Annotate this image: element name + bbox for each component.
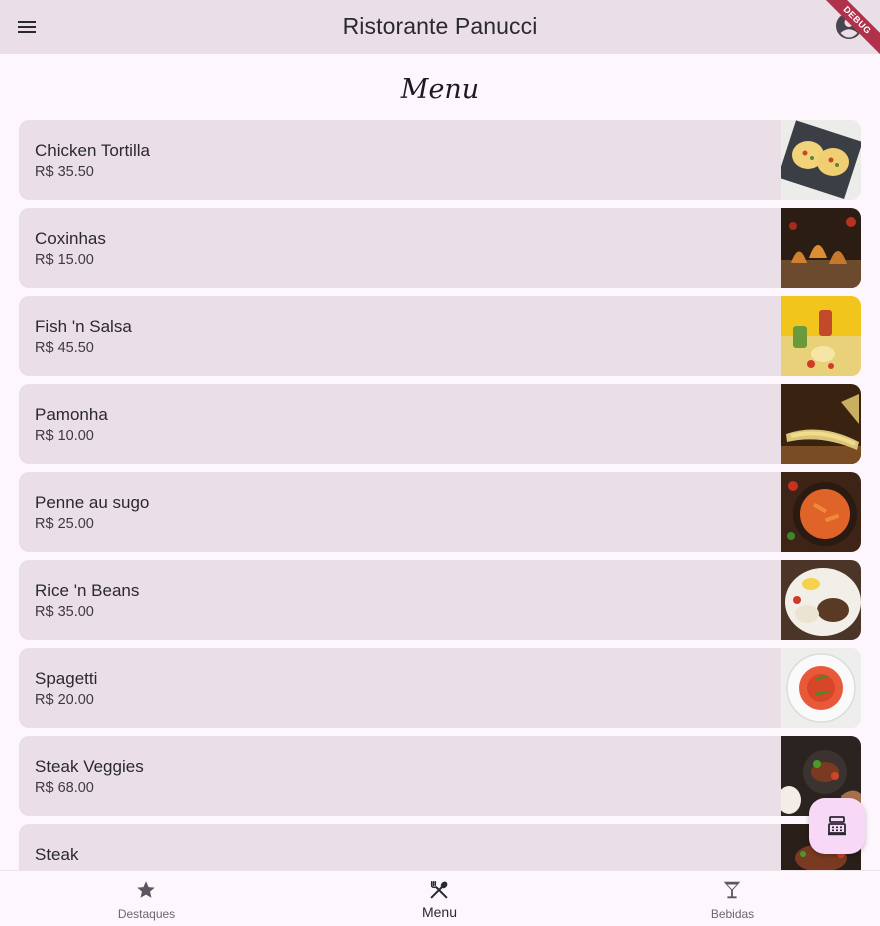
- nav-item-menu[interactable]: Menu: [293, 871, 586, 926]
- page-title: Menu: [400, 74, 480, 105]
- menu-item-price: R$ 35.00: [35, 604, 94, 620]
- menu-item-price: R$ 10.00: [35, 428, 94, 444]
- restaurant-icon: [430, 881, 448, 899]
- menu-item-coxinhas[interactable]: Coxinhas R$ 15.00: [19, 208, 861, 288]
- menu-item-chicken-tortilla[interactable]: Chicken Tortilla R$ 35.50: [19, 120, 861, 200]
- nav-label-menu: Menu: [421, 904, 458, 920]
- menu-item-steak-veggies[interactable]: Steak Veggies R$ 68.00: [19, 736, 861, 816]
- menu-item-name: Rice 'n Beans: [35, 581, 140, 600]
- menu-item-spagetti[interactable]: Spagetti R$ 20.00: [19, 648, 861, 728]
- bottom-navigation: Destaques Menu Bebidas: [0, 870, 880, 926]
- nav-label-destaques: Destaques: [117, 907, 176, 921]
- menu-item-price: R$ 68.00: [35, 780, 94, 796]
- menu-item-name: Steak: [35, 845, 79, 864]
- menu-item-name: Spagetti: [35, 669, 98, 688]
- account-circle-icon[interactable]: [834, 11, 864, 41]
- spagetti-photo: [781, 648, 861, 728]
- penne-au-sugo-photo: [781, 472, 861, 552]
- menu-list[interactable]: Chicken Tortilla R$ 35.50 Coxinhas R$ 15…: [19, 120, 861, 870]
- menu-item-fish-n-salsa[interactable]: Fish 'n Salsa R$ 45.50: [19, 296, 861, 376]
- rice-n-beans-photo: [781, 560, 861, 640]
- star-icon: [137, 881, 155, 898]
- menu-item-price: R$ 15.00: [35, 252, 94, 268]
- menu-item-name: Penne au sugo: [35, 493, 150, 512]
- app-title: Ristorante Panucci: [342, 13, 538, 39]
- app-bar: Ristorante Panucci DEBUG: [0, 0, 880, 58]
- coxinhas-photo: [781, 208, 861, 288]
- menu-item-penne-au-sugo[interactable]: Penne au sugo R$ 25.00: [19, 472, 861, 552]
- nav-label-bebidas: Bebidas: [710, 907, 755, 921]
- menu-item-price: R$ 25.00: [35, 516, 94, 532]
- menu-item-name: Fish 'n Salsa: [35, 317, 132, 336]
- fish-n-salsa-photo: [781, 296, 861, 376]
- point-of-sale-icon: [828, 816, 846, 836]
- nav-item-destaques[interactable]: Destaques: [0, 871, 293, 926]
- cocktail-icon: [723, 881, 741, 899]
- menu-item-steak[interactable]: Steak: [19, 824, 861, 870]
- menu-item-name: Steak Veggies: [35, 757, 144, 776]
- menu-item-price: R$ 45.50: [35, 340, 94, 356]
- menu-item-name: Coxinhas: [35, 229, 106, 248]
- menu-item-rice-n-beans[interactable]: Rice 'n Beans R$ 35.00: [19, 560, 861, 640]
- menu-item-price: R$ 35.50: [35, 164, 94, 180]
- pamonha-photo: [781, 384, 861, 464]
- cart-fab-button[interactable]: [809, 798, 865, 854]
- chicken-tortilla-photo: [781, 120, 861, 200]
- menu-item-name: Pamonha: [35, 405, 108, 424]
- menu-item-name: Chicken Tortilla: [35, 141, 150, 160]
- nav-item-bebidas[interactable]: Bebidas: [586, 871, 879, 926]
- menu-item-pamonha[interactable]: Pamonha R$ 10.00: [19, 384, 861, 464]
- menu-item-price: R$ 20.00: [35, 692, 94, 708]
